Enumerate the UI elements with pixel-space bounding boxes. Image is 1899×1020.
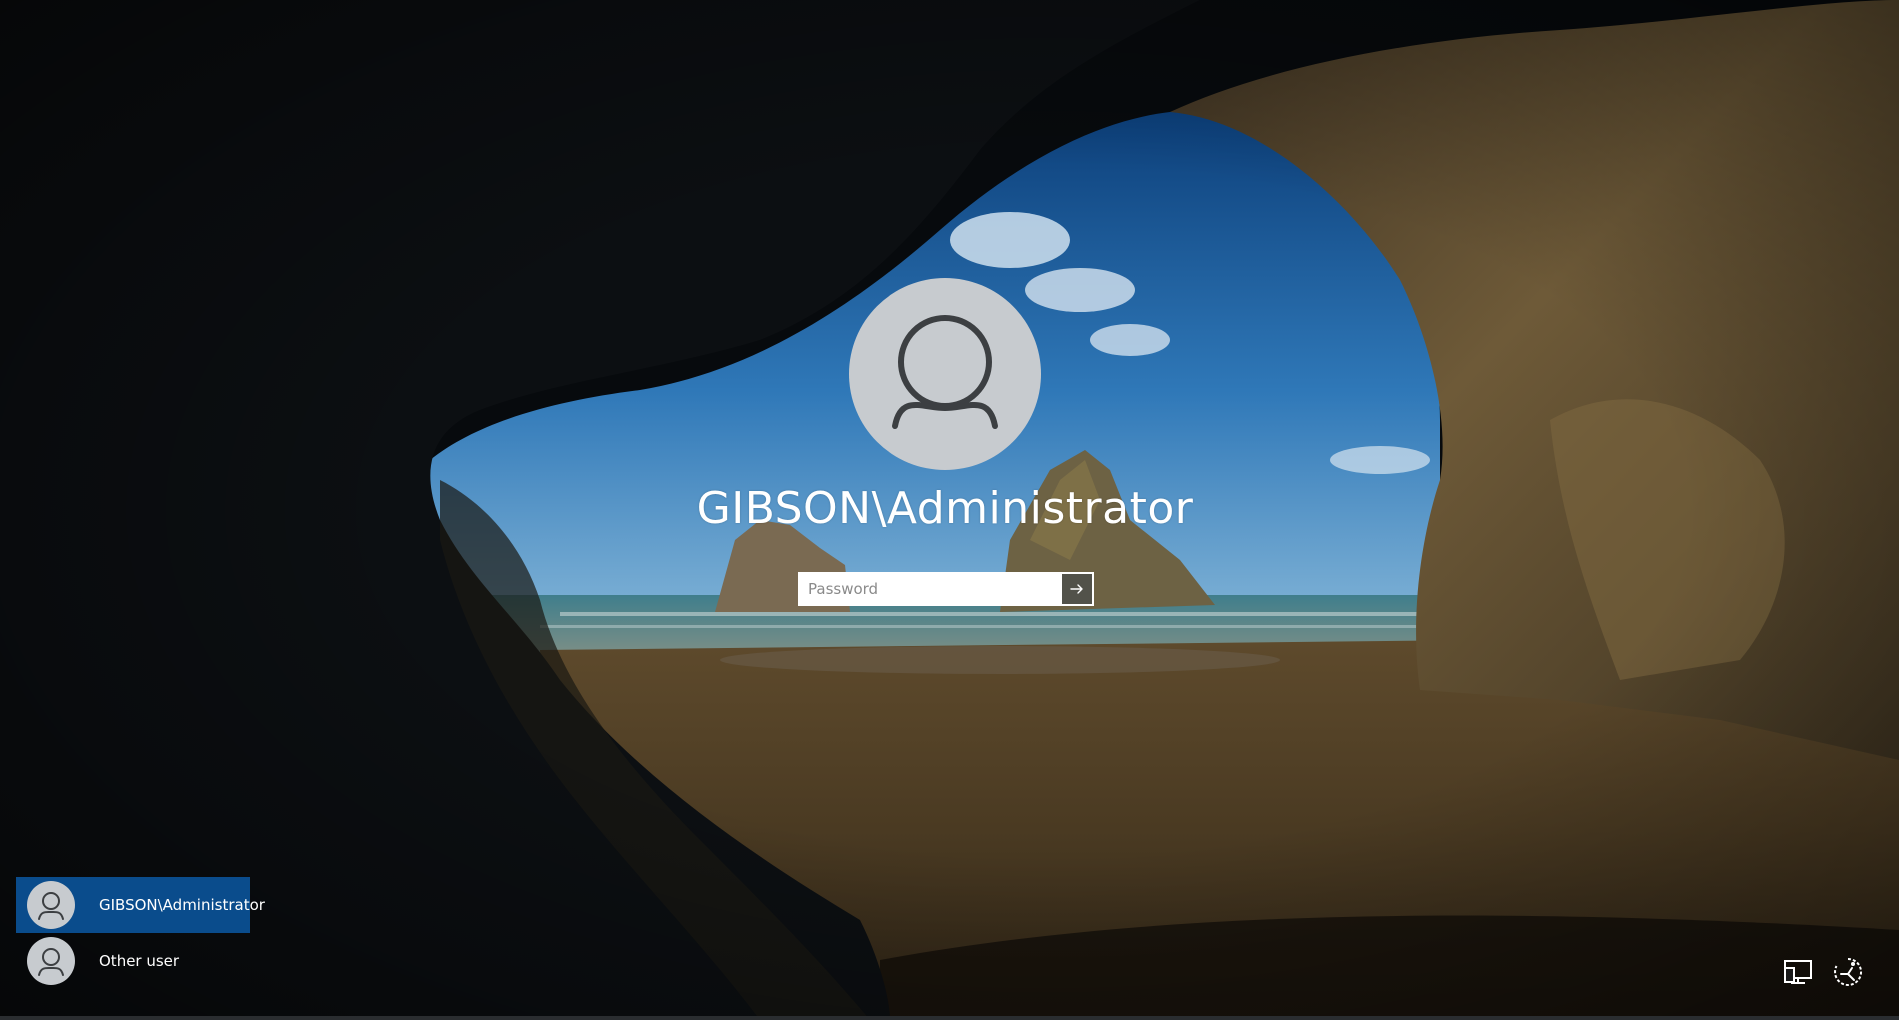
- ease-of-access-button[interactable]: [1831, 955, 1865, 989]
- selected-username: GIBSON\Administrator: [696, 483, 1194, 534]
- network-button[interactable]: [1781, 955, 1815, 989]
- system-tray: [1781, 955, 1865, 989]
- user-list-item-other-user[interactable]: Other user: [16, 933, 250, 989]
- user-icon: [38, 892, 64, 920]
- lock-screen: GIBSON\Administrator GIBSON\Administrato…: [0, 0, 1899, 1020]
- user-icon: [38, 948, 64, 976]
- user-list-item-label: GIBSON\Administrator: [99, 896, 265, 914]
- arrow-right-icon: [1070, 584, 1083, 594]
- password-row: [798, 572, 1094, 606]
- user-avatar-small: [27, 937, 75, 985]
- user-list-item-label: Other user: [99, 952, 180, 970]
- submit-button[interactable]: [1062, 572, 1094, 606]
- user-switcher-list: GIBSON\Administrator Other user: [16, 877, 265, 989]
- user-avatar-large: [849, 278, 1041, 470]
- password-input[interactable]: [798, 572, 1062, 606]
- network-icon: [1784, 960, 1812, 984]
- bottom-edge-bar: [0, 1016, 1899, 1020]
- user-avatar-small: [27, 881, 75, 929]
- ease-of-access-icon: [1834, 958, 1863, 986]
- user-icon: [892, 315, 998, 429]
- user-list-item-administrator[interactable]: GIBSON\Administrator: [16, 877, 265, 933]
